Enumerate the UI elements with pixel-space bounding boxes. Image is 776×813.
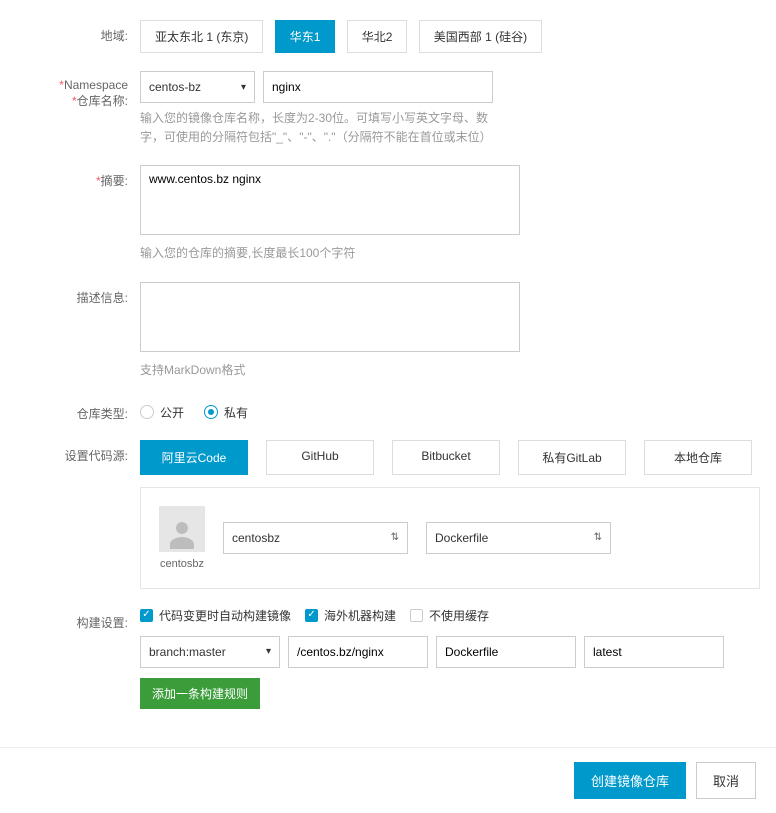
region-btn-north2[interactable]: 华北2	[347, 20, 408, 53]
build-check-autobuild[interactable]: 代码变更时自动构建镜像	[140, 607, 291, 624]
chevron-updown-icon: ⇅	[594, 532, 602, 543]
region-label: 地域:	[20, 20, 140, 53]
summary-textarea[interactable]: www.centos.bz nginx	[140, 165, 520, 235]
description-textarea[interactable]	[140, 282, 520, 352]
repo-type-public-radio[interactable]: 公开	[140, 404, 184, 421]
repo-name-hint: 输入您的镜像仓库名称，长度为2-30位。可填写小写英文字母、数字，可使用的分隔符…	[140, 109, 500, 147]
build-check-label: 海外机器构建	[324, 607, 396, 624]
chevron-updown-icon: ⇅	[391, 532, 399, 543]
region-btn-east1[interactable]: 华东1	[275, 20, 336, 53]
build-branch-select[interactable]: branch:master ▾	[140, 636, 280, 668]
code-source-local[interactable]: 本地仓库	[644, 440, 752, 475]
checkbox-icon	[410, 609, 423, 622]
code-project-select[interactable]: centosbz ⇅	[223, 522, 408, 554]
chevron-down-icon: ▾	[241, 82, 246, 93]
build-settings-label: 构建设置:	[20, 607, 140, 709]
radio-icon	[140, 405, 154, 419]
region-btn-tokyo[interactable]: 亚太东北 1 (东京)	[140, 20, 263, 53]
code-source-gitlab[interactable]: 私有GitLab	[518, 440, 626, 475]
description-hint: 支持MarkDown格式	[140, 361, 500, 380]
add-build-rule-button[interactable]: 添加一条构建规则	[140, 678, 260, 709]
build-dockerfile-input[interactable]	[436, 636, 576, 668]
summary-label: *摘要:	[20, 165, 140, 263]
radio-icon	[204, 405, 218, 419]
build-tag-input[interactable]	[584, 636, 724, 668]
region-btn-us-west[interactable]: 美国西部 1 (硅谷)	[419, 20, 542, 53]
user-avatar-icon	[159, 506, 205, 552]
checkbox-icon	[305, 609, 318, 622]
repo-name-input[interactable]	[263, 71, 493, 103]
dialog-footer: 创建镜像仓库 取消	[0, 747, 776, 813]
repo-type-label: 仓库类型:	[20, 398, 140, 422]
summary-hint: 输入您的仓库的摘要,长度最长100个字符	[140, 244, 500, 263]
build-path-input[interactable]	[288, 636, 428, 668]
repo-type-public-label: 公开	[160, 404, 184, 421]
code-source-github[interactable]: GitHub	[266, 440, 374, 475]
code-source-bitbucket[interactable]: Bitbucket	[392, 440, 500, 475]
namespace-select[interactable]: centos-bz ▾	[140, 71, 255, 103]
region-buttons: 亚太东北 1 (东京) 华东1 华北2 美国西部 1 (硅谷)	[140, 20, 756, 53]
chevron-down-icon: ▾	[266, 646, 271, 657]
namespace-repo-label: *Namespace *仓库名称:	[20, 71, 140, 147]
build-check-label: 不使用缓存	[429, 607, 489, 624]
cancel-button[interactable]: 取消	[696, 762, 756, 799]
description-label: 描述信息:	[20, 282, 140, 380]
checkbox-icon	[140, 609, 153, 622]
build-check-nocache[interactable]: 不使用缓存	[410, 607, 489, 624]
repo-type-private-radio[interactable]: 私有	[204, 404, 248, 421]
code-username: centosbz	[159, 558, 205, 570]
code-source-panel: centosbz centosbz ⇅ Dockerfile ⇅	[140, 487, 760, 589]
code-source-label: 设置代码源:	[20, 440, 140, 589]
create-repo-button[interactable]: 创建镜像仓库	[574, 762, 686, 799]
code-source-aliyun[interactable]: 阿里云Code	[140, 440, 248, 475]
code-file-select[interactable]: Dockerfile ⇅	[426, 522, 611, 554]
repo-type-private-label: 私有	[224, 404, 248, 421]
build-check-overseas[interactable]: 海外机器构建	[305, 607, 396, 624]
build-check-label: 代码变更时自动构建镜像	[159, 607, 291, 624]
